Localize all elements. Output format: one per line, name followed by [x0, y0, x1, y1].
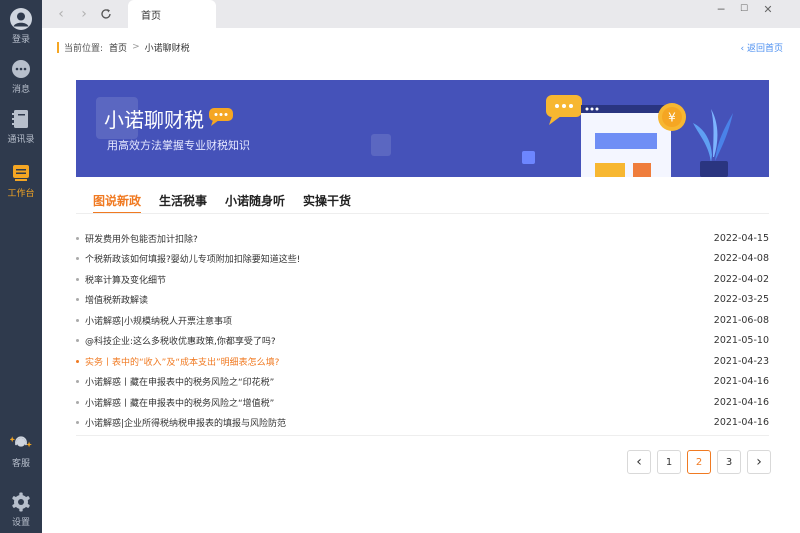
bullet [76, 380, 79, 384]
breadcrumb-separator: > [132, 42, 140, 52]
divider [76, 213, 769, 214]
list-item-date: 2022-04-08 [713, 253, 769, 265]
gear-icon [10, 491, 32, 513]
list-item[interactable]: 税率计算及变化细节 2022-04-02 [76, 269, 769, 290]
sidebar-item-label: 工作台 [7, 189, 35, 199]
list-item-title: 小诺解惑丨藏在申报表中的税务风险之“印花税” [85, 378, 275, 389]
list-item-date: 2021-04-23 [713, 355, 769, 367]
sidebar-item-messages[interactable]: 消息 [0, 58, 42, 95]
bullet [76, 298, 79, 302]
list-item[interactable]: 小诺解惑丨藏在申报表中的税务风险之“增值税” 2021-04-16 [76, 392, 769, 413]
list-item-title: @科技企业:这么多税收优惠政策,你都享受了吗? [85, 337, 276, 348]
bullet [76, 277, 79, 281]
tab-practical[interactable]: 实操干货 [303, 192, 351, 214]
page-button-current[interactable]: 2 [687, 450, 711, 474]
list-item-title: 小诺解惑|小规模纳税人开票注意事项 [85, 316, 233, 327]
bullet [76, 400, 79, 404]
list-item-date: 2022-03-25 [713, 294, 769, 306]
tab-audio[interactable]: 小诺随身听 [225, 192, 285, 214]
news-list: 研发费用外包能否加计扣除? 2022-04-15 个税新政该如何填报?婴幼儿专项附… [76, 228, 769, 433]
tab-home[interactable]: 首页 [128, 0, 216, 28]
list-item[interactable]: 小诺解惑|小规模纳税人开票注意事项 2021-06-08 [76, 310, 769, 331]
forward-arrow-icon[interactable]: › [75, 5, 93, 23]
sidebar-item-label: 设置 [11, 518, 30, 528]
bullet [76, 318, 79, 322]
maximize-button[interactable]: ☐ [734, 2, 754, 16]
list-item-title: 增值税新政解读 [85, 296, 149, 307]
sidebar-item-settings[interactable]: 设置 [0, 491, 42, 528]
tab-policy-illustrated[interactable]: 图说新政 [93, 192, 142, 214]
list-item-title: 研发费用外包能否加计扣除? [85, 234, 198, 245]
coin-symbol: ¥ [668, 111, 676, 125]
sidebar: 登录 消息 通讯录 工作台 客服 设置 [0, 0, 42, 533]
banner: 小诺聊财税 用高效方法掌握专业财税知识 ¥ [76, 80, 769, 177]
list-item-date: 2021-04-16 [713, 417, 769, 429]
sidebar-item-login[interactable]: 登录 [0, 8, 42, 45]
breadcrumb-home[interactable]: 首页 [109, 41, 127, 54]
plant-illustration [691, 105, 736, 177]
message-icon [10, 58, 32, 80]
list-item[interactable]: 小诺解惑丨藏在申报表中的税务风险之“印花税” 2021-04-16 [76, 372, 769, 393]
banner-subtitle: 用高效方法掌握专业财税知识 [107, 139, 250, 152]
sidebar-item-contacts[interactable]: 通讯录 [0, 108, 42, 145]
bullet [76, 421, 79, 425]
bullet [76, 359, 79, 363]
list-item-date: 2022-04-15 [713, 232, 769, 244]
banner-decoration [522, 151, 535, 164]
breadcrumb-marker [57, 41, 59, 53]
banner-decoration [371, 134, 391, 156]
contacts-book-icon [10, 108, 32, 130]
bullet [76, 257, 79, 261]
title-bar: ‹ › 首页 ─ ☐ ✕ [42, 0, 800, 28]
list-item-date: 2022-04-02 [713, 273, 769, 285]
customer-service-icon [10, 432, 32, 454]
list-item-date: 2021-05-10 [713, 335, 769, 347]
list-item[interactable]: 增值税新政解读 2022-03-25 [76, 290, 769, 311]
refresh-icon[interactable] [97, 5, 115, 23]
list-item-title: 小诺解惑丨藏在申报表中的税务风险之“增值税” [85, 398, 275, 409]
list-item-highlighted[interactable]: 实务丨表中的“收入”及“成本支出”明细表怎么填? 2021-04-23 [76, 351, 769, 372]
sidebar-item-label: 客服 [11, 459, 30, 469]
category-tabs: 图说新政 生活税事 小诺随身听 实操干货 [93, 192, 369, 214]
breadcrumb: 当前位置: 首页 > 小诺聊财税 [57, 41, 190, 54]
chat-bubble-icon [209, 108, 237, 130]
list-item-title: 实务丨表中的“收入”及“成本支出”明细表怎么填? [85, 357, 280, 368]
tab-life-tax[interactable]: 生活税事 [159, 192, 207, 214]
list-item-date: 2021-06-08 [713, 314, 769, 326]
breadcrumb-current: 小诺聊财税 [144, 43, 190, 54]
minimize-button[interactable]: ─ [711, 2, 731, 16]
speech-bubble-icon [546, 95, 584, 129]
bullet [76, 236, 79, 240]
coin-icon: ¥ [657, 102, 687, 136]
list-item[interactable]: 个税新政该如何填报?婴幼儿专项附加扣除要知道这些! 2022-04-08 [76, 249, 769, 270]
list-item[interactable]: 研发费用外包能否加计扣除? 2022-04-15 [76, 228, 769, 249]
list-item-date: 2021-04-16 [713, 396, 769, 408]
list-item-title: 小诺解惑|企业所得税纳税申报表的填报与风险防范 [85, 419, 287, 430]
workbench-icon [10, 162, 32, 184]
list-item[interactable]: @科技企业:这么多税收优惠政策,你都享受了吗? 2021-05-10 [76, 331, 769, 352]
divider [76, 435, 769, 436]
list-item-title: 个税新政该如何填报?婴幼儿专项附加扣除要知道这些! [85, 255, 301, 266]
sidebar-item-label: 登录 [11, 35, 30, 45]
list-item-title: 税率计算及变化细节 [85, 275, 167, 286]
banner-title: 小诺聊财税 [104, 108, 204, 132]
tab-label: 首页 [141, 10, 161, 22]
list-item[interactable]: 小诺解惑|企业所得税纳税申报表的填报与风险防范 2021-04-16 [76, 413, 769, 434]
back-home-link[interactable]: ‹ 返回首页 [741, 41, 783, 54]
sidebar-item-workbench[interactable]: 工作台 [0, 162, 42, 199]
sidebar-item-label: 通讯录 [7, 135, 35, 145]
page-button[interactable]: 3 [717, 450, 741, 474]
pagination: ‹ 1 2 3 › [627, 450, 771, 474]
user-avatar-icon [10, 8, 32, 30]
next-page-button[interactable]: › [747, 450, 771, 474]
sidebar-item-customer-service[interactable]: 客服 [0, 432, 42, 469]
bullet [76, 339, 79, 343]
breadcrumb-prefix: 当前位置: [64, 43, 104, 54]
back-arrow-icon[interactable]: ‹ [52, 5, 70, 23]
page-button[interactable]: 1 [657, 450, 681, 474]
close-button[interactable]: ✕ [758, 2, 778, 16]
list-item-date: 2021-04-16 [713, 376, 769, 388]
sidebar-item-label: 消息 [11, 85, 30, 95]
prev-page-button[interactable]: ‹ [627, 450, 651, 474]
